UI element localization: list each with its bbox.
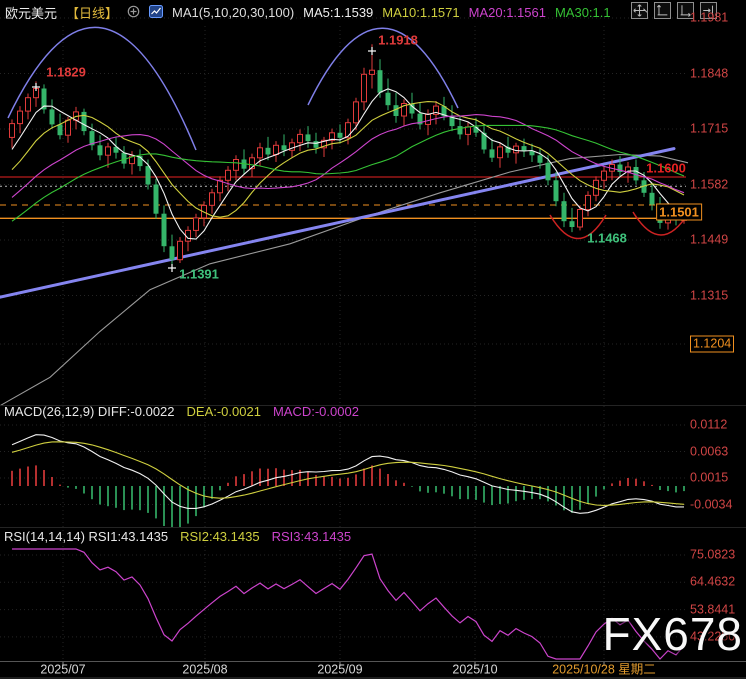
symbol-title: 欧元美元 bbox=[5, 3, 57, 22]
ma20-value: MA20:1.1561 bbox=[469, 5, 546, 20]
ma10-value: MA10:1.1571 bbox=[382, 5, 459, 20]
macd-header: MACD(26,12,9) DIFF:-0.0022 DEA:-0.0021 M… bbox=[4, 404, 359, 419]
rsi3-value: RSI3:43.1435 bbox=[272, 529, 352, 544]
zoom-vertical-icon bbox=[655, 3, 670, 18]
jump-to-latest-icon bbox=[701, 3, 716, 18]
zoom-horizontal-button[interactable] bbox=[677, 2, 694, 19]
macd-layer bbox=[12, 435, 684, 527]
zoom-horizontal-icon bbox=[678, 3, 693, 18]
macd-diff-line bbox=[12, 435, 684, 514]
candles-layer bbox=[10, 44, 687, 264]
ma5-line bbox=[12, 89, 684, 239]
circle-plus-icon[interactable] bbox=[127, 5, 140, 21]
zoom-vertical-button[interactable] bbox=[654, 2, 671, 19]
chart-toolbar bbox=[631, 2, 717, 19]
chart-header: 欧元美元 【日线】 MA1(5,10,20,30,100) MA5:1.1539… bbox=[5, 3, 611, 22]
macd-dea-value: DEA:-0.0021 bbox=[187, 404, 261, 419]
fx678-watermark: FX678 bbox=[602, 607, 743, 661]
price-chart-canvas[interactable] bbox=[0, 0, 746, 679]
rsi-header: RSI(14,14,14) RSI1:43.1435 RSI2:43.1435 … bbox=[4, 529, 351, 544]
rsi-line bbox=[12, 549, 684, 659]
ma5-value: MA5:1.1539 bbox=[303, 5, 373, 20]
rsi1-value: RSI(14,14,14) RSI1:43.1435 bbox=[4, 529, 168, 544]
macd-diff-value: MACD(26,12,9) DIFF:-0.0022 bbox=[4, 404, 175, 419]
period-label: 【日线】 bbox=[66, 3, 118, 22]
arc-annotation bbox=[308, 28, 458, 108]
ma-settings-label: MA1(5,10,20,30,100) bbox=[172, 5, 294, 20]
rsi2-value: RSI2:43.1435 bbox=[180, 529, 260, 544]
ma100-line bbox=[0, 155, 688, 406]
pan-button[interactable] bbox=[631, 2, 648, 19]
macd-macd-value: MACD:-0.0002 bbox=[273, 404, 359, 419]
chart-window: 欧元美元 【日线】 MA1(5,10,20,30,100) MA5:1.1539… bbox=[0, 0, 746, 679]
ma30-value: MA30:1.1 bbox=[555, 5, 611, 20]
jump-to-latest-button[interactable] bbox=[700, 2, 717, 19]
pan-icon bbox=[632, 3, 647, 18]
indicator-chart-icon[interactable] bbox=[149, 5, 163, 21]
